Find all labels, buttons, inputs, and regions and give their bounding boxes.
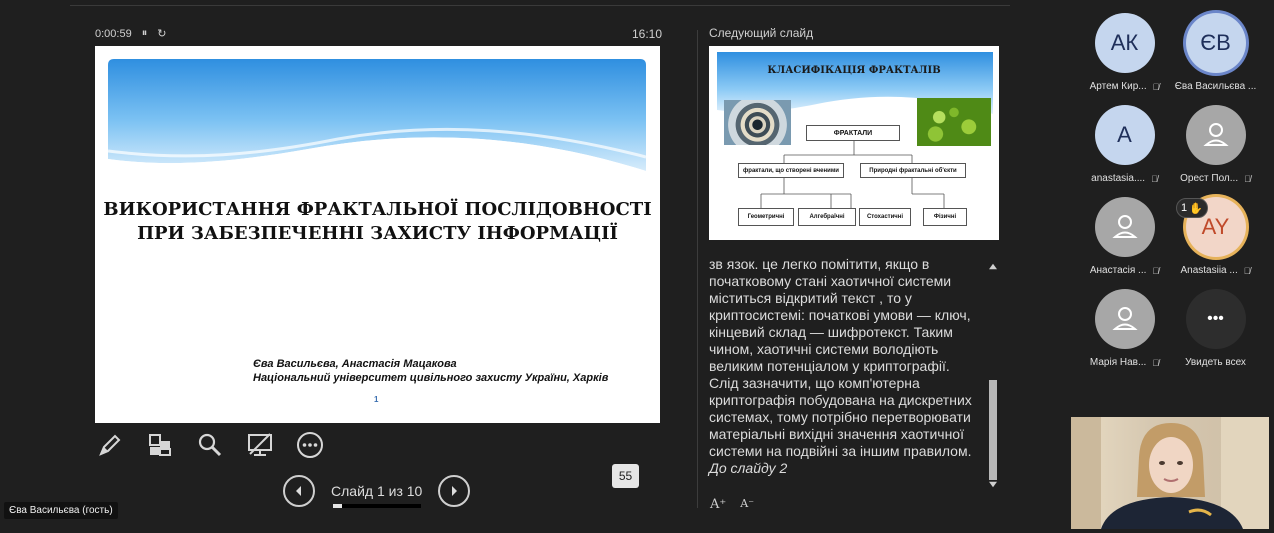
slide-authors: Єва Васильєва, Анастасія Мацакова Націон… bbox=[253, 358, 609, 384]
chevron-right-icon bbox=[452, 486, 458, 496]
thumb-node-root: ФРАКТАЛИ bbox=[806, 125, 900, 141]
participant-tile[interactable]: АК Артем Кир... 🎙̸ bbox=[1077, 13, 1172, 92]
slide-progress-bar bbox=[333, 504, 421, 508]
slide-progress-fill bbox=[333, 504, 342, 508]
chevron-left-icon bbox=[296, 486, 301, 496]
more-icon: ••• bbox=[1185, 289, 1246, 349]
pen-icon[interactable] bbox=[95, 430, 125, 460]
presenter-toolbar bbox=[95, 430, 325, 460]
mic-muted-icon: 🎙̸ bbox=[1152, 265, 1160, 276]
increase-font-button[interactable]: A⁺ bbox=[710, 497, 726, 512]
previous-slide-button[interactable] bbox=[283, 475, 315, 507]
participant-name: Anastasiia ... bbox=[1180, 265, 1238, 276]
thumb-node-leaf4: Фізичні bbox=[923, 208, 967, 226]
participant-name: Увидеть всех bbox=[1185, 357, 1246, 368]
participant-name: Єва Васильєва ... bbox=[1174, 81, 1257, 92]
thumb-node-leaf2: Алгебраїчні bbox=[798, 208, 856, 226]
person-icon bbox=[1094, 289, 1155, 349]
participant-tile[interactable]: A anastasia.... 🎙̸ bbox=[1077, 105, 1172, 184]
mic-muted-icon: 🎙̸ bbox=[1152, 357, 1160, 368]
self-video-preview[interactable] bbox=[1071, 417, 1269, 529]
avatar: АК bbox=[1094, 13, 1155, 73]
slides-grid-icon[interactable] bbox=[145, 430, 175, 460]
participant-name: Марія Нав... bbox=[1089, 357, 1147, 368]
thumb-node-leaf3: Стохастичні bbox=[859, 208, 911, 226]
next-slide-thumbnail[interactable]: КЛАСИФІКАЦІЯ ФРАКТАЛІВ ФРАКТАЛИ фрактали… bbox=[709, 46, 999, 240]
reset-timer-icon[interactable]: ↻ bbox=[157, 27, 166, 40]
participant-tile[interactable]: Орест Пол... 🎙̸ bbox=[1168, 105, 1263, 184]
black-screen-icon[interactable] bbox=[245, 430, 275, 460]
participant-name: anastasia.... bbox=[1091, 173, 1146, 184]
raised-hand-count: 1 bbox=[1181, 202, 1188, 214]
more-options-icon[interactable] bbox=[295, 430, 325, 460]
next-slide-label: Следующий слайд bbox=[709, 26, 814, 40]
mic-muted-icon: 🎙̸ bbox=[1243, 265, 1251, 276]
top-divider bbox=[70, 5, 1010, 6]
notes-font-controls: A⁺ A⁻ bbox=[710, 497, 754, 512]
slide-number-badge[interactable]: 55 bbox=[612, 464, 639, 488]
next-slide-button[interactable] bbox=[438, 475, 471, 507]
pause-icon[interactable]: ⏸ bbox=[142, 27, 148, 40]
notes-text: зв язок. це легко помітити, якщо в почат… bbox=[709, 256, 972, 459]
speaker-notes[interactable]: зв язок. це легко помітити, якщо в почат… bbox=[709, 256, 981, 477]
see-all-participants-button[interactable]: ••• Увидеть всех bbox=[1168, 289, 1263, 368]
elapsed-time: 0:00:59 bbox=[95, 27, 132, 40]
participant-name: Анастасія ... bbox=[1089, 265, 1147, 276]
avatar: A bbox=[1094, 105, 1155, 165]
slide-counter: Слайд 1 из 10 bbox=[331, 483, 423, 499]
raised-hand-icon: ✋ bbox=[1189, 202, 1203, 215]
scroll-down-icon[interactable] bbox=[989, 481, 997, 488]
mic-muted-icon: 🎙̸ bbox=[1152, 81, 1160, 92]
raised-hand-badge: 1 ✋ bbox=[1176, 198, 1208, 218]
participant-name: Артем Кир... bbox=[1089, 81, 1147, 92]
person-icon bbox=[1185, 105, 1246, 165]
notes-next-slide-link: До слайду 2 bbox=[709, 460, 788, 476]
participant-tile[interactable]: Марія Нав... 🎙̸ bbox=[1077, 289, 1172, 368]
slide-header-wave bbox=[108, 59, 646, 179]
guest-name-label: Єва Васильєва (гость) bbox=[4, 502, 118, 519]
current-slide[interactable]: ВИКОРИСТАННЯ ФРАКТАЛЬНОЇ ПОСЛІДОВНОСТІ П… bbox=[95, 46, 660, 423]
participant-tile[interactable]: ЄВ Єва Васильєва ... bbox=[1168, 13, 1263, 92]
slide-navigation: Слайд 1 из 10 bbox=[283, 475, 471, 507]
slide-title: ВИКОРИСТАННЯ ФРАКТАЛЬНОЇ ПОСЛІДОВНОСТІ П… bbox=[103, 199, 652, 244]
mic-muted-icon: 🎙̸ bbox=[1151, 173, 1158, 184]
participant-name: Орест Пол... bbox=[1180, 173, 1239, 184]
zoom-icon[interactable] bbox=[195, 430, 225, 460]
scroll-thumb[interactable] bbox=[989, 380, 997, 480]
mic-muted-icon: 🎙̸ bbox=[1244, 173, 1251, 184]
slide-page-number: 1 bbox=[374, 395, 379, 404]
presenter-timer: 0:00:59 ⏸ ↻ bbox=[95, 27, 166, 40]
panel-divider bbox=[697, 30, 698, 508]
video-person-illustration bbox=[1071, 417, 1269, 529]
notes-scrollbar[interactable] bbox=[987, 262, 998, 489]
decrease-font-button[interactable]: A⁻ bbox=[740, 497, 754, 512]
thumb-node-right: Природні фрактальні об'єкти bbox=[860, 163, 966, 178]
thumb-node-leaf1: Геометричні bbox=[738, 208, 794, 226]
clock: 16:10 bbox=[632, 27, 663, 41]
avatar: ЄВ bbox=[1185, 13, 1246, 73]
scroll-up-icon[interactable] bbox=[989, 263, 997, 270]
thumb-node-left: фрактали, що створені вченими bbox=[738, 163, 844, 178]
person-icon bbox=[1094, 197, 1155, 257]
participant-tile[interactable]: Анастасія ... 🎙̸ bbox=[1077, 197, 1172, 276]
